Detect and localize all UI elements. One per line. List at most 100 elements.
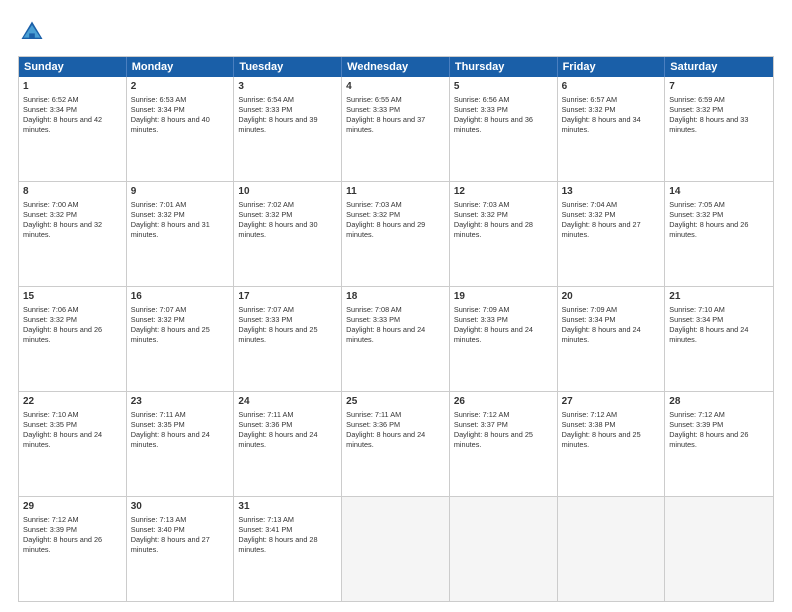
day-cell-15: 15 Sunrise: 7:06 AMSunset: 3:32 PMDaylig… xyxy=(19,287,127,391)
day-number: 7 xyxy=(669,80,769,94)
day-number: 4 xyxy=(346,80,445,94)
day-cell-4: 4 Sunrise: 6:55 AMSunset: 3:33 PMDayligh… xyxy=(342,77,450,181)
day-info: Sunrise: 6:59 AMSunset: 3:32 PMDaylight:… xyxy=(669,95,748,135)
day-info: Sunrise: 7:11 AMSunset: 3:36 PMDaylight:… xyxy=(346,410,425,450)
day-number: 27 xyxy=(562,395,661,409)
day-info: Sunrise: 7:04 AMSunset: 3:32 PMDaylight:… xyxy=(562,200,641,240)
day-cell-25: 25 Sunrise: 7:11 AMSunset: 3:36 PMDaylig… xyxy=(342,392,450,496)
day-cell-29: 29 Sunrise: 7:12 AMSunset: 3:39 PMDaylig… xyxy=(19,497,127,601)
calendar-row-1: 1 Sunrise: 6:52 AMSunset: 3:34 PMDayligh… xyxy=(19,77,773,181)
day-number: 24 xyxy=(238,395,337,409)
day-info: Sunrise: 7:13 AMSunset: 3:40 PMDaylight:… xyxy=(131,515,210,555)
day-cell-10: 10 Sunrise: 7:02 AMSunset: 3:32 PMDaylig… xyxy=(234,182,342,286)
empty-cell xyxy=(342,497,450,601)
empty-cell xyxy=(558,497,666,601)
day-info: Sunrise: 7:02 AMSunset: 3:32 PMDaylight:… xyxy=(238,200,317,240)
day-info: Sunrise: 7:11 AMSunset: 3:35 PMDaylight:… xyxy=(131,410,210,450)
day-info: Sunrise: 7:10 AMSunset: 3:34 PMDaylight:… xyxy=(669,305,748,345)
day-cell-21: 21 Sunrise: 7:10 AMSunset: 3:34 PMDaylig… xyxy=(665,287,773,391)
day-number: 23 xyxy=(131,395,230,409)
day-info: Sunrise: 7:07 AMSunset: 3:32 PMDaylight:… xyxy=(131,305,210,345)
day-cell-18: 18 Sunrise: 7:08 AMSunset: 3:33 PMDaylig… xyxy=(342,287,450,391)
calendar-header: SundayMondayTuesdayWednesdayThursdayFrid… xyxy=(19,57,773,77)
day-number: 18 xyxy=(346,290,445,304)
day-info: Sunrise: 7:00 AMSunset: 3:32 PMDaylight:… xyxy=(23,200,102,240)
day-number: 5 xyxy=(454,80,553,94)
day-number: 15 xyxy=(23,290,122,304)
day-number: 8 xyxy=(23,185,122,199)
day-cell-22: 22 Sunrise: 7:10 AMSunset: 3:35 PMDaylig… xyxy=(19,392,127,496)
day-info: Sunrise: 6:53 AMSunset: 3:34 PMDaylight:… xyxy=(131,95,210,135)
day-number: 29 xyxy=(23,500,122,514)
day-info: Sunrise: 7:10 AMSunset: 3:35 PMDaylight:… xyxy=(23,410,102,450)
day-info: Sunrise: 7:07 AMSunset: 3:33 PMDaylight:… xyxy=(238,305,317,345)
day-number: 1 xyxy=(23,80,122,94)
day-number: 17 xyxy=(238,290,337,304)
day-info: Sunrise: 7:06 AMSunset: 3:32 PMDaylight:… xyxy=(23,305,102,345)
day-number: 11 xyxy=(346,185,445,199)
day-cell-20: 20 Sunrise: 7:09 AMSunset: 3:34 PMDaylig… xyxy=(558,287,666,391)
day-cell-26: 26 Sunrise: 7:12 AMSunset: 3:37 PMDaylig… xyxy=(450,392,558,496)
day-info: Sunrise: 6:57 AMSunset: 3:32 PMDaylight:… xyxy=(562,95,641,135)
day-number: 3 xyxy=(238,80,337,94)
day-info: Sunrise: 7:12 AMSunset: 3:39 PMDaylight:… xyxy=(23,515,102,555)
day-number: 28 xyxy=(669,395,769,409)
day-number: 31 xyxy=(238,500,337,514)
day-number: 26 xyxy=(454,395,553,409)
day-info: Sunrise: 6:52 AMSunset: 3:34 PMDaylight:… xyxy=(23,95,102,135)
header xyxy=(18,18,774,46)
day-number: 12 xyxy=(454,185,553,199)
day-info: Sunrise: 6:56 AMSunset: 3:33 PMDaylight:… xyxy=(454,95,533,135)
day-info: Sunrise: 7:12 AMSunset: 3:38 PMDaylight:… xyxy=(562,410,641,450)
day-cell-12: 12 Sunrise: 7:03 AMSunset: 3:32 PMDaylig… xyxy=(450,182,558,286)
day-cell-19: 19 Sunrise: 7:09 AMSunset: 3:33 PMDaylig… xyxy=(450,287,558,391)
day-cell-8: 8 Sunrise: 7:00 AMSunset: 3:32 PMDayligh… xyxy=(19,182,127,286)
day-number: 10 xyxy=(238,185,337,199)
day-cell-9: 9 Sunrise: 7:01 AMSunset: 3:32 PMDayligh… xyxy=(127,182,235,286)
calendar-row-4: 22 Sunrise: 7:10 AMSunset: 3:35 PMDaylig… xyxy=(19,391,773,496)
day-cell-1: 1 Sunrise: 6:52 AMSunset: 3:34 PMDayligh… xyxy=(19,77,127,181)
header-day-thursday: Thursday xyxy=(450,57,558,77)
page: SundayMondayTuesdayWednesdayThursdayFrid… xyxy=(0,0,792,612)
day-cell-16: 16 Sunrise: 7:07 AMSunset: 3:32 PMDaylig… xyxy=(127,287,235,391)
header-day-wednesday: Wednesday xyxy=(342,57,450,77)
logo-icon xyxy=(18,18,46,46)
empty-cell xyxy=(665,497,773,601)
day-number: 25 xyxy=(346,395,445,409)
calendar-row-3: 15 Sunrise: 7:06 AMSunset: 3:32 PMDaylig… xyxy=(19,286,773,391)
day-number: 20 xyxy=(562,290,661,304)
day-info: Sunrise: 6:55 AMSunset: 3:33 PMDaylight:… xyxy=(346,95,425,135)
day-cell-3: 3 Sunrise: 6:54 AMSunset: 3:33 PMDayligh… xyxy=(234,77,342,181)
calendar: SundayMondayTuesdayWednesdayThursdayFrid… xyxy=(18,56,774,602)
day-number: 9 xyxy=(131,185,230,199)
header-day-monday: Monday xyxy=(127,57,235,77)
day-info: Sunrise: 7:12 AMSunset: 3:37 PMDaylight:… xyxy=(454,410,533,450)
calendar-body: 1 Sunrise: 6:52 AMSunset: 3:34 PMDayligh… xyxy=(19,77,773,601)
day-cell-27: 27 Sunrise: 7:12 AMSunset: 3:38 PMDaylig… xyxy=(558,392,666,496)
empty-cell xyxy=(450,497,558,601)
day-number: 6 xyxy=(562,80,661,94)
day-number: 22 xyxy=(23,395,122,409)
day-cell-5: 5 Sunrise: 6:56 AMSunset: 3:33 PMDayligh… xyxy=(450,77,558,181)
day-info: Sunrise: 7:13 AMSunset: 3:41 PMDaylight:… xyxy=(238,515,317,555)
day-cell-11: 11 Sunrise: 7:03 AMSunset: 3:32 PMDaylig… xyxy=(342,182,450,286)
day-cell-24: 24 Sunrise: 7:11 AMSunset: 3:36 PMDaylig… xyxy=(234,392,342,496)
day-number: 16 xyxy=(131,290,230,304)
day-cell-13: 13 Sunrise: 7:04 AMSunset: 3:32 PMDaylig… xyxy=(558,182,666,286)
day-info: Sunrise: 7:03 AMSunset: 3:32 PMDaylight:… xyxy=(346,200,425,240)
day-info: Sunrise: 6:54 AMSunset: 3:33 PMDaylight:… xyxy=(238,95,317,135)
day-cell-2: 2 Sunrise: 6:53 AMSunset: 3:34 PMDayligh… xyxy=(127,77,235,181)
day-cell-30: 30 Sunrise: 7:13 AMSunset: 3:40 PMDaylig… xyxy=(127,497,235,601)
day-cell-31: 31 Sunrise: 7:13 AMSunset: 3:41 PMDaylig… xyxy=(234,497,342,601)
day-number: 30 xyxy=(131,500,230,514)
header-day-sunday: Sunday xyxy=(19,57,127,77)
day-number: 21 xyxy=(669,290,769,304)
day-info: Sunrise: 7:12 AMSunset: 3:39 PMDaylight:… xyxy=(669,410,748,450)
calendar-row-5: 29 Sunrise: 7:12 AMSunset: 3:39 PMDaylig… xyxy=(19,496,773,601)
day-cell-28: 28 Sunrise: 7:12 AMSunset: 3:39 PMDaylig… xyxy=(665,392,773,496)
header-day-friday: Friday xyxy=(558,57,666,77)
day-cell-17: 17 Sunrise: 7:07 AMSunset: 3:33 PMDaylig… xyxy=(234,287,342,391)
day-cell-14: 14 Sunrise: 7:05 AMSunset: 3:32 PMDaylig… xyxy=(665,182,773,286)
day-info: Sunrise: 7:01 AMSunset: 3:32 PMDaylight:… xyxy=(131,200,210,240)
day-number: 19 xyxy=(454,290,553,304)
